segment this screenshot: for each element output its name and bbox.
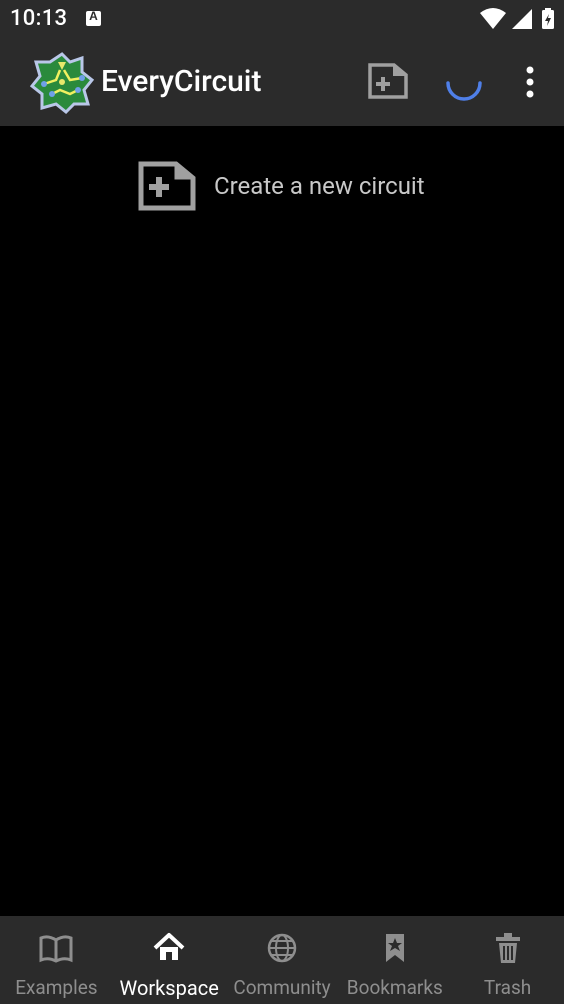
create-new-circuit-label: Create a new circuit (214, 172, 425, 200)
nav-examples[interactable]: Examples (0, 916, 113, 1004)
new-circuit-icon (138, 161, 196, 211)
loading-spinner-icon (446, 81, 482, 101)
nav-examples-label: Examples (15, 976, 98, 999)
nav-workspace-label: Workspace (119, 976, 219, 1000)
status-bar: 10:13 A (0, 0, 564, 38)
nav-community-label: Community (233, 976, 331, 999)
status-icons (480, 8, 554, 29)
new-circuit-toolbar-button[interactable] (368, 63, 408, 99)
globe-icon (267, 933, 297, 963)
nav-workspace[interactable]: Workspace (113, 916, 226, 1004)
nav-bookmarks-label: Bookmarks (346, 976, 443, 999)
app-title: EveryCircuit (101, 64, 262, 99)
trash-icon (495, 933, 520, 963)
battery-icon (542, 8, 554, 29)
nav-bookmarks[interactable]: Bookmarks (338, 916, 451, 1004)
bottom-navigation: Examples Workspace Community Bookmarks T… (0, 916, 564, 1004)
nav-trash-label: Trash (483, 976, 532, 999)
app-bar: EveryCircuit (0, 38, 564, 126)
nav-trash[interactable]: Trash (451, 916, 564, 1004)
book-icon (39, 935, 73, 963)
wifi-icon (480, 8, 506, 29)
bookmark-icon (385, 934, 404, 962)
notification-a-icon: A (86, 9, 101, 26)
signal-icon (512, 9, 532, 29)
home-icon (153, 933, 185, 960)
status-time: 10:13 (10, 6, 68, 31)
create-new-circuit-button[interactable]: Create a new circuit (138, 160, 425, 212)
nav-community[interactable]: Community (226, 916, 339, 1004)
workspace-content: Create a new circuit (0, 126, 564, 916)
everycircuit-logo-icon (30, 52, 94, 114)
more-options-button[interactable] (518, 66, 542, 98)
